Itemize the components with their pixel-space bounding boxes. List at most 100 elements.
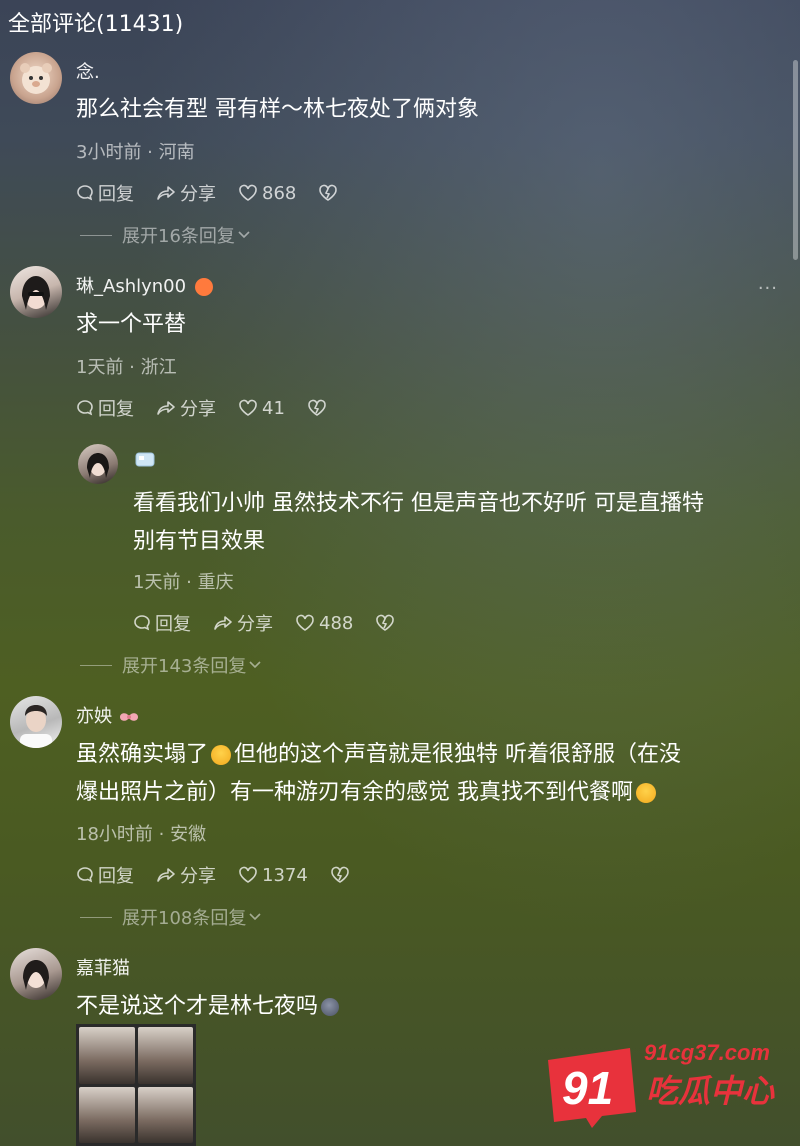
svg-text:91: 91 [562, 1062, 613, 1114]
crying-face-icon [636, 783, 656, 803]
share-button[interactable]: 分享 [213, 610, 273, 636]
reply-label: 回复 [98, 866, 134, 887]
comment-text: 求一个平替 [76, 312, 187, 337]
comment-text-line: 爆出照片之前）有一种游刃有余的感觉 我真找不到代餐啊 [76, 774, 791, 812]
share-label: 分享 [180, 184, 216, 205]
photo-thumbnail[interactable] [79, 1086, 135, 1143]
broken-heart-icon [308, 399, 326, 416]
reply-icon [77, 867, 93, 883]
like-count: 488 [319, 612, 354, 634]
comment-actions: 回复 分享 41 [76, 395, 353, 421]
svg-text:91cg37.com: 91cg37.com [644, 1040, 770, 1065]
expand-replies-label: 展开108条回复 [122, 908, 247, 929]
comment-text: 虽然确实塌了 但他的这个声音就是很独特 听着很舒服（在没 爆出照片之前）有一种游刃… [76, 736, 791, 812]
expand-replies-label: 展开16条回复 [122, 226, 235, 247]
reply-text: 看看我们小帅 虽然技术不行 但是声音也不好听 可是直播特 别有节目效果 [133, 485, 793, 561]
share-icon [157, 868, 175, 882]
dislike-button[interactable] [375, 614, 399, 632]
username-text: 亦姎 [76, 706, 112, 727]
reply-icon [134, 615, 150, 631]
reply-button[interactable]: 回复 [76, 180, 134, 206]
reply-button[interactable]: 回复 [76, 395, 134, 421]
watermark-logo-icon: 91 91cg37.com 吃瓜中心 [548, 1040, 775, 1128]
pink-ribbon-icon [119, 713, 138, 721]
expand-replies[interactable]: 展开143条回复 [80, 652, 262, 678]
broken-heart-icon [319, 184, 338, 201]
woman-avatar-icon [87, 453, 109, 478]
share-label: 分享 [180, 866, 216, 887]
comment-username[interactable]: 亦姎 [76, 702, 140, 728]
broken-heart-icon [376, 614, 395, 631]
photo-thumbnail[interactable] [137, 1027, 193, 1084]
like-button[interactable]: 1374 [238, 865, 308, 886]
like-button[interactable]: 488 [295, 613, 353, 634]
comment-actions: 回复 分享 868 [76, 180, 364, 206]
scrollbar[interactable] [793, 60, 798, 260]
share-button[interactable]: 分享 [156, 180, 216, 206]
comment-username[interactable]: 琳_Ashlyn00 [76, 272, 216, 298]
text-part: 但他的这个声音就是很独特 听着很舒服（在没 [234, 742, 682, 767]
comment-meta: 3小时前 · 河南 [76, 142, 195, 163]
man-avatar-icon [20, 705, 52, 748]
avatar[interactable] [10, 266, 62, 318]
share-label: 分享 [237, 614, 273, 635]
expand-replies[interactable]: 展开16条回复 [80, 222, 251, 248]
avatar[interactable] [10, 52, 62, 104]
dislike-button[interactable] [307, 399, 331, 417]
like-button[interactable]: 41 [238, 398, 285, 419]
divider-line [80, 916, 112, 918]
share-icon [157, 401, 175, 415]
divider-line [80, 234, 112, 236]
comment-meta: 18小时前 · 安徽 [76, 824, 207, 845]
comment-text: 不是说这个才是林七夜吗 [76, 988, 342, 1026]
share-button[interactable]: 分享 [156, 395, 216, 421]
svg-text:吃瓜中心: 吃瓜中心 [646, 1072, 775, 1110]
comment-username[interactable]: 念. [76, 58, 100, 84]
heart-icon [239, 184, 257, 201]
comment-meta: 1天前 · 浙江 [76, 357, 177, 378]
comment-username[interactable]: 嘉菲猫 [76, 954, 130, 980]
text-part: 虽然确实塌了 [76, 742, 209, 767]
share-icon [214, 616, 232, 630]
expand-replies-label: 展开143条回复 [122, 656, 247, 677]
reply-icon [77, 185, 93, 201]
chevron-down-icon [238, 231, 250, 239]
expand-replies[interactable]: 展开108条回复 [80, 904, 262, 930]
reply-avatar[interactable] [78, 444, 118, 484]
reply-text-line: 看看我们小帅 虽然技术不行 但是声音也不好听 可是直播特 [133, 491, 704, 516]
woman-avatar-icon [23, 960, 49, 990]
woman-avatar-icon [22, 276, 50, 310]
heart-icon [296, 614, 314, 631]
reply-button[interactable]: 回复 [133, 610, 191, 636]
divider-line [80, 664, 112, 666]
share-button[interactable]: 分享 [156, 862, 216, 888]
like-button[interactable]: 868 [238, 183, 296, 204]
reply-button[interactable]: 回复 [76, 862, 134, 888]
orange-badge-icon [194, 278, 213, 296]
chevron-down-icon [249, 913, 261, 921]
like-count: 41 [262, 397, 285, 419]
share-icon [157, 186, 175, 200]
dislike-button[interactable] [318, 184, 342, 202]
avatar[interactable] [10, 696, 62, 748]
photo-thumbnail[interactable] [137, 1086, 193, 1143]
reply-meta: 1天前 · 重庆 [133, 572, 234, 593]
comment-actions: 回复 分享 1374 [76, 862, 376, 888]
username-text: 琳_Ashlyn00 [76, 276, 187, 297]
photo-thumbnail[interactable] [79, 1027, 135, 1084]
like-count: 1374 [262, 864, 308, 886]
reply-label: 回复 [155, 614, 191, 635]
reply-text-line: 别有节目效果 [133, 529, 266, 554]
dislike-button[interactable] [330, 866, 354, 884]
reply-label: 回复 [98, 184, 134, 205]
heart-icon [239, 866, 257, 883]
text-part: 爆出照片之前）有一种游刃有余的感觉 我真找不到代餐啊 [76, 780, 633, 805]
moon-face-icon [321, 998, 340, 1016]
text-part: 不是说这个才是林七夜吗 [76, 994, 319, 1019]
ice-cube-icon [135, 452, 155, 467]
avatar[interactable] [10, 948, 62, 1000]
share-label: 分享 [180, 399, 216, 420]
comment-image-grid[interactable] [76, 1024, 196, 1146]
more-options-button[interactable]: ··· [758, 278, 778, 299]
heart-icon [239, 399, 257, 416]
